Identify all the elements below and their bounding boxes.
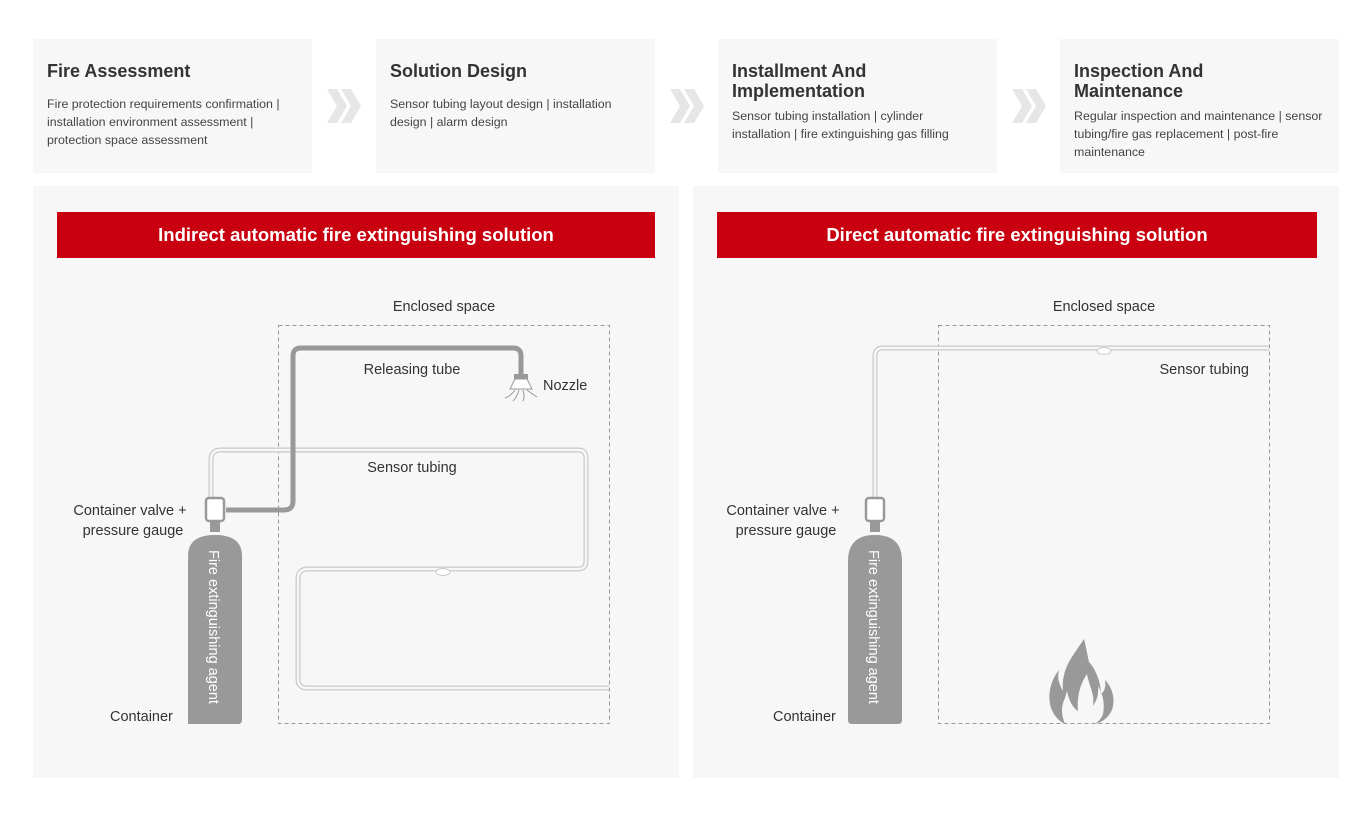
container-label: Container [110,709,173,725]
enclosed-space-boundary [938,325,1270,724]
sensor-point [435,568,451,576]
direct-solution-diagram: Enclosed space Sensor tubing Container v… [726,299,1270,725]
step-title: Fire Assessment [47,61,191,81]
nozzle-icon [504,374,538,402]
double-chevron-right-icon [670,89,704,123]
sensor-tubing-label: Sensor tubing [1160,362,1249,378]
releasing-tube-label: Releasing tube [364,362,461,378]
flame-icon [1049,639,1114,724]
nozzle-label: Nozzle [543,378,587,394]
step-inspection-maintenance: Inspection And Maintenance Regular inspe… [1060,39,1339,173]
container-valve [864,496,886,523]
step-fire-assessment: Fire Assessment Fire protection requirem… [33,39,312,173]
enclosed-space-label: Enclosed space [1053,299,1155,315]
indirect-solution-panel: Indirect automatic fire extinguishing so… [33,186,679,778]
indirect-solution-diagram: Enclosed space Sensor tubing Releasing t… [73,299,610,725]
step-title: Inspection And Maintenance [1074,61,1204,101]
sensor-point [1096,347,1112,355]
step-title: Solution Design [390,61,527,81]
step-description: Sensor tubing installation | cylinder in… [732,109,949,141]
container-valve [204,496,226,523]
container-label: Container [773,709,836,725]
sensor-tubing-label: Sensor tubing [367,460,456,476]
valve-label-line2: pressure gauge [83,523,184,539]
valve-label-line2: pressure gauge [736,523,837,539]
step-description: Sensor tubing layout design | installati… [390,97,612,129]
step-description: Fire protection requirements confirmatio… [47,97,280,147]
agent-label: Fire extinguishing agent [865,550,881,704]
agent-label: Fire extinguishing agent [205,550,221,704]
step-title: Installment And Implementation [732,61,867,101]
direct-solution-panel: Direct automatic fire extinguishing solu… [693,186,1339,778]
step-solution-design: Solution Design Sensor tubing layout des… [376,39,655,173]
enclosed-space-label: Enclosed space [393,299,495,315]
valve-label-line1: Container valve + [726,503,839,519]
step-installment-implementation: Installment And Implementation Sensor tu… [718,39,997,173]
double-chevron-right-icon [1012,89,1046,123]
valve-label-line1: Container valve + [73,503,186,519]
double-chevron-right-icon [327,89,361,123]
step-description: Regular inspection and maintenance | sen… [1074,109,1323,159]
